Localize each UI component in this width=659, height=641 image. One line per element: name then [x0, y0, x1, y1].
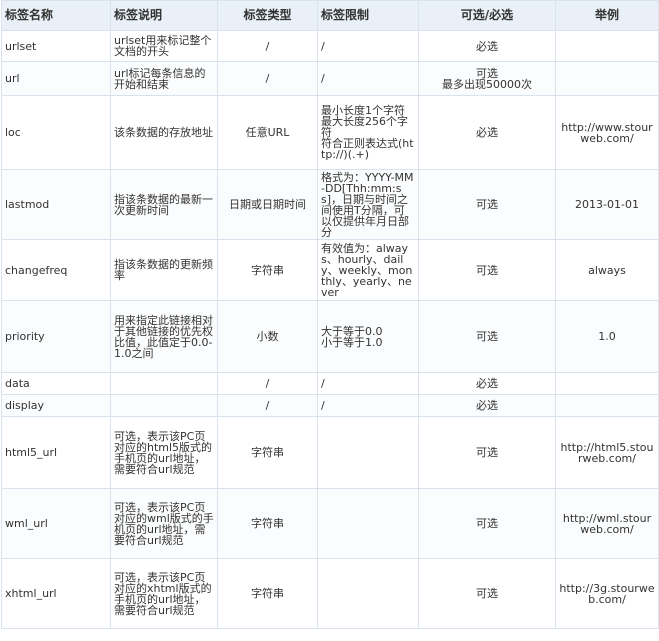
cell-tag-desc	[110, 394, 218, 417]
cell-tag-limit	[317, 488, 419, 559]
cell-tag-type: 字符串	[217, 488, 318, 559]
cell-tag-type: /	[217, 372, 318, 395]
cell-tag-type: /	[217, 61, 318, 96]
table-row: lastmod 指该条数据的最新一次更新时间 日期或日期时间 格式为：YYYY-MM-…	[1, 169, 659, 240]
cell-tag-desc	[110, 372, 218, 395]
cell-tag-name: urlset	[1, 30, 111, 62]
cell-example: http://html5.stourweb.com/	[555, 416, 659, 489]
cell-tag-name: data	[1, 372, 111, 395]
cell-required: 可选	[418, 169, 556, 240]
cell-example: 1.0	[555, 300, 659, 373]
header-required: 可选/必选	[418, 0, 556, 31]
header-example: 举例	[555, 0, 659, 31]
cell-example	[555, 394, 659, 417]
cell-tag-desc: 该条数据的存放地址	[110, 95, 218, 170]
cell-required: 必选	[418, 95, 556, 170]
cell-tag-name: priority	[1, 300, 111, 373]
cell-tag-desc: 指该条数据的更新频率	[110, 239, 218, 301]
table-row: priority 用来指定此链接相对于其他链接的优先权比值，此值定于0.0-1.0…	[1, 300, 659, 373]
cell-tag-limit: /	[317, 394, 419, 417]
cell-tag-limit: 有效值为：always、hourly、daily、weekly、monthly、…	[317, 239, 419, 301]
header-tag-desc: 标签说明	[110, 0, 218, 31]
cell-tag-limit: 格式为：YYYY-MM-DD[Thh:mm:ss]，日期与时间之间使用T分隔，可…	[317, 169, 419, 240]
cell-tag-name: url	[1, 61, 111, 96]
cell-tag-type: 字符串	[217, 558, 318, 629]
cell-required: 必选	[418, 372, 556, 395]
cell-tag-type: 字符串	[217, 239, 318, 301]
cell-example	[555, 61, 659, 96]
cell-tag-desc: 可选，表示该PC页对应的html5版式的手机页的url地址，需要符合url规范	[110, 416, 218, 489]
cell-tag-name: display	[1, 394, 111, 417]
cell-tag-desc: url标记每条信息的开始和结束	[110, 61, 218, 96]
header-tag-name: 标签名称	[1, 0, 111, 31]
cell-example: http://www.stourweb.com/	[555, 95, 659, 170]
table-row: changefreq 指该条数据的更新频率 字符串 有效值为：always、hourl…	[1, 239, 659, 301]
cell-tag-name: html5_url	[1, 416, 111, 489]
cell-tag-name: wml_url	[1, 488, 111, 559]
header-tag-limit: 标签限制	[317, 0, 419, 31]
cell-tag-limit: /	[317, 30, 419, 62]
cell-tag-limit: /	[317, 372, 419, 395]
sitemap-tag-table: 标签名称 标签说明 标签类型 标签限制 可选/必选 举例 urlset urlse…	[1, 0, 659, 629]
header-tag-type: 标签类型	[217, 0, 318, 31]
cell-tag-limit: /	[317, 61, 419, 96]
table-row: url url标记每条信息的开始和结束 / / 可选 最多出现50000次	[1, 61, 659, 96]
cell-required: 可选 最多出现50000次	[418, 61, 556, 96]
cell-required: 可选	[418, 416, 556, 489]
cell-tag-limit: 大于等于0.0 小于等于1.0	[317, 300, 419, 373]
cell-required: 可选	[418, 300, 556, 373]
cell-tag-type: /	[217, 394, 318, 417]
cell-tag-name: loc	[1, 95, 111, 170]
cell-tag-type: 日期或日期时间	[217, 169, 318, 240]
cell-tag-desc: urlset用来标记整个文档的开头	[110, 30, 218, 62]
cell-tag-limit: 最小长度1个字符 最大长度256个字符 符合正则表达式(http://)(.+)	[317, 95, 419, 170]
cell-example: always	[555, 239, 659, 301]
cell-example: http://wml.stourweb.com/	[555, 488, 659, 559]
table-row: display / / 必选	[1, 394, 659, 417]
cell-tag-limit	[317, 558, 419, 629]
cell-tag-name: lastmod	[1, 169, 111, 240]
cell-tag-type: 小数	[217, 300, 318, 373]
table-row: xhtml_url 可选，表示该PC页对应的xhtml版式的手机页的url地址，需…	[1, 558, 659, 629]
header-row: 标签名称 标签说明 标签类型 标签限制 可选/必选 举例	[1, 0, 659, 31]
cell-tag-name: xhtml_url	[1, 558, 111, 629]
table-row: urlset urlset用来标记整个文档的开头 / / 必选	[1, 30, 659, 62]
cell-required: 可选	[418, 488, 556, 559]
cell-tag-limit	[317, 416, 419, 489]
cell-tag-desc: 指该条数据的最新一次更新时间	[110, 169, 218, 240]
cell-example: http://3g.stourweb.com/	[555, 558, 659, 629]
cell-required: 可选	[418, 558, 556, 629]
cell-tag-desc: 可选，表示该PC页对应的xhtml版式的手机页的url地址，需要符合url规范	[110, 558, 218, 629]
cell-example: 2013-01-01	[555, 169, 659, 240]
cell-tag-desc: 可选，表示该PC页对应的wml版式的手机页的url地址，需要符合url规范	[110, 488, 218, 559]
cell-tag-type: /	[217, 30, 318, 62]
cell-tag-type: 任意URL	[217, 95, 318, 170]
cell-example	[555, 30, 659, 62]
cell-required: 可选	[418, 239, 556, 301]
table-row: loc 该条数据的存放地址 任意URL 最小长度1个字符 最大长度256个字符 符合正则表…	[1, 95, 659, 170]
table-row: html5_url 可选，表示该PC页对应的html5版式的手机页的url地址，需…	[1, 416, 659, 489]
cell-tag-name: changefreq	[1, 239, 111, 301]
cell-tag-desc: 用来指定此链接相对于其他链接的优先权比值，此值定于0.0-1.0之间	[110, 300, 218, 373]
table-row: data / / 必选	[1, 372, 659, 395]
cell-example	[555, 372, 659, 395]
cell-required: 必选	[418, 394, 556, 417]
table-row: wml_url 可选，表示该PC页对应的wml版式的手机页的url地址，需要符合u…	[1, 488, 659, 559]
cell-tag-type: 字符串	[217, 416, 318, 489]
cell-required: 必选	[418, 30, 556, 62]
